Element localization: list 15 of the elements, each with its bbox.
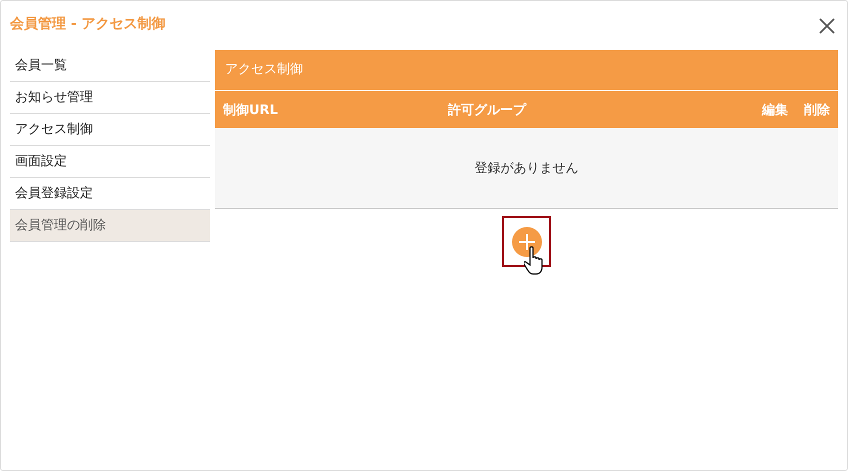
sidebar-item[interactable]: お知らせ管理 [10, 82, 210, 114]
panel-header: アクセス制御 [215, 50, 838, 91]
column-header: 制御URL [223, 102, 279, 118]
column-header: 許可グループ [448, 102, 528, 118]
sidebar-item[interactable]: 会員管理の削除 [10, 210, 210, 242]
sidebar-item[interactable]: アクセス制御 [10, 114, 210, 146]
plus-icon [518, 232, 536, 250]
empty-message: 登録がありません [474, 160, 578, 177]
column-header: 削除 [804, 102, 830, 118]
add-button[interactable] [512, 226, 542, 256]
window-title: 会員管理 - アクセス制御 [10, 15, 166, 33]
sidebar-item[interactable]: 会員一覧 [10, 50, 210, 82]
column-header: 編集 [762, 102, 788, 118]
close-icon[interactable] [819, 18, 835, 34]
sidebar-item[interactable]: 画面設定 [10, 146, 210, 178]
